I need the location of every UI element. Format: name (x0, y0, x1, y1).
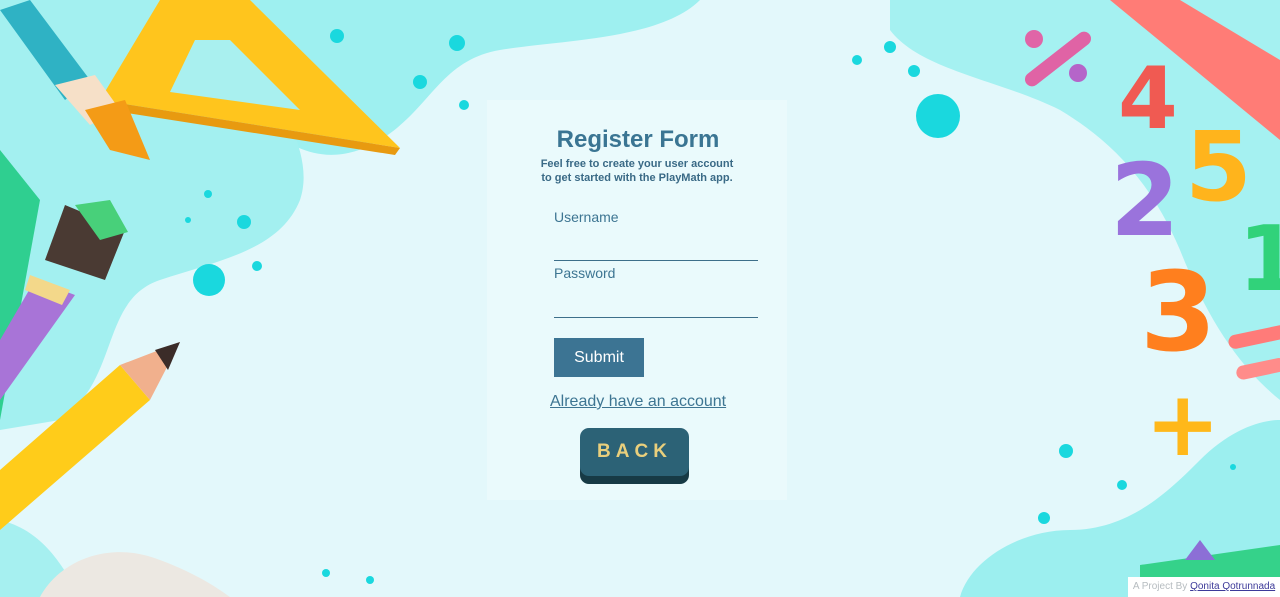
submit-button[interactable]: Submit (554, 338, 644, 377)
author-link[interactable]: Qonita Qotrunnada (1190, 581, 1275, 592)
number-four: 4 (1118, 49, 1178, 149)
username-label: Username (554, 209, 619, 225)
footer-credit: A Project By Qonita Qotrunnada (1128, 577, 1280, 597)
number-two: 2 (1110, 142, 1180, 259)
username-input[interactable] (554, 238, 758, 261)
bottom-left-cloud (40, 552, 230, 597)
back-button[interactable]: BACK (580, 428, 689, 476)
subtitle-line: to get started with the PlayMath app. (541, 172, 733, 184)
plus-sign: + (1145, 372, 1220, 477)
form-subtitle: Feel free to create your user account to… (487, 157, 787, 185)
number-one: 1 (1238, 207, 1280, 312)
number-three: 3 (1140, 248, 1217, 376)
login-link[interactable]: Already have an account (550, 393, 726, 411)
subtitle-line: Feel free to create your user account (540, 158, 734, 170)
password-label: Password (554, 265, 616, 281)
page-title: Register Form (556, 126, 720, 153)
password-input[interactable] (554, 295, 758, 318)
footer-prefix: A Project By (1132, 581, 1188, 592)
